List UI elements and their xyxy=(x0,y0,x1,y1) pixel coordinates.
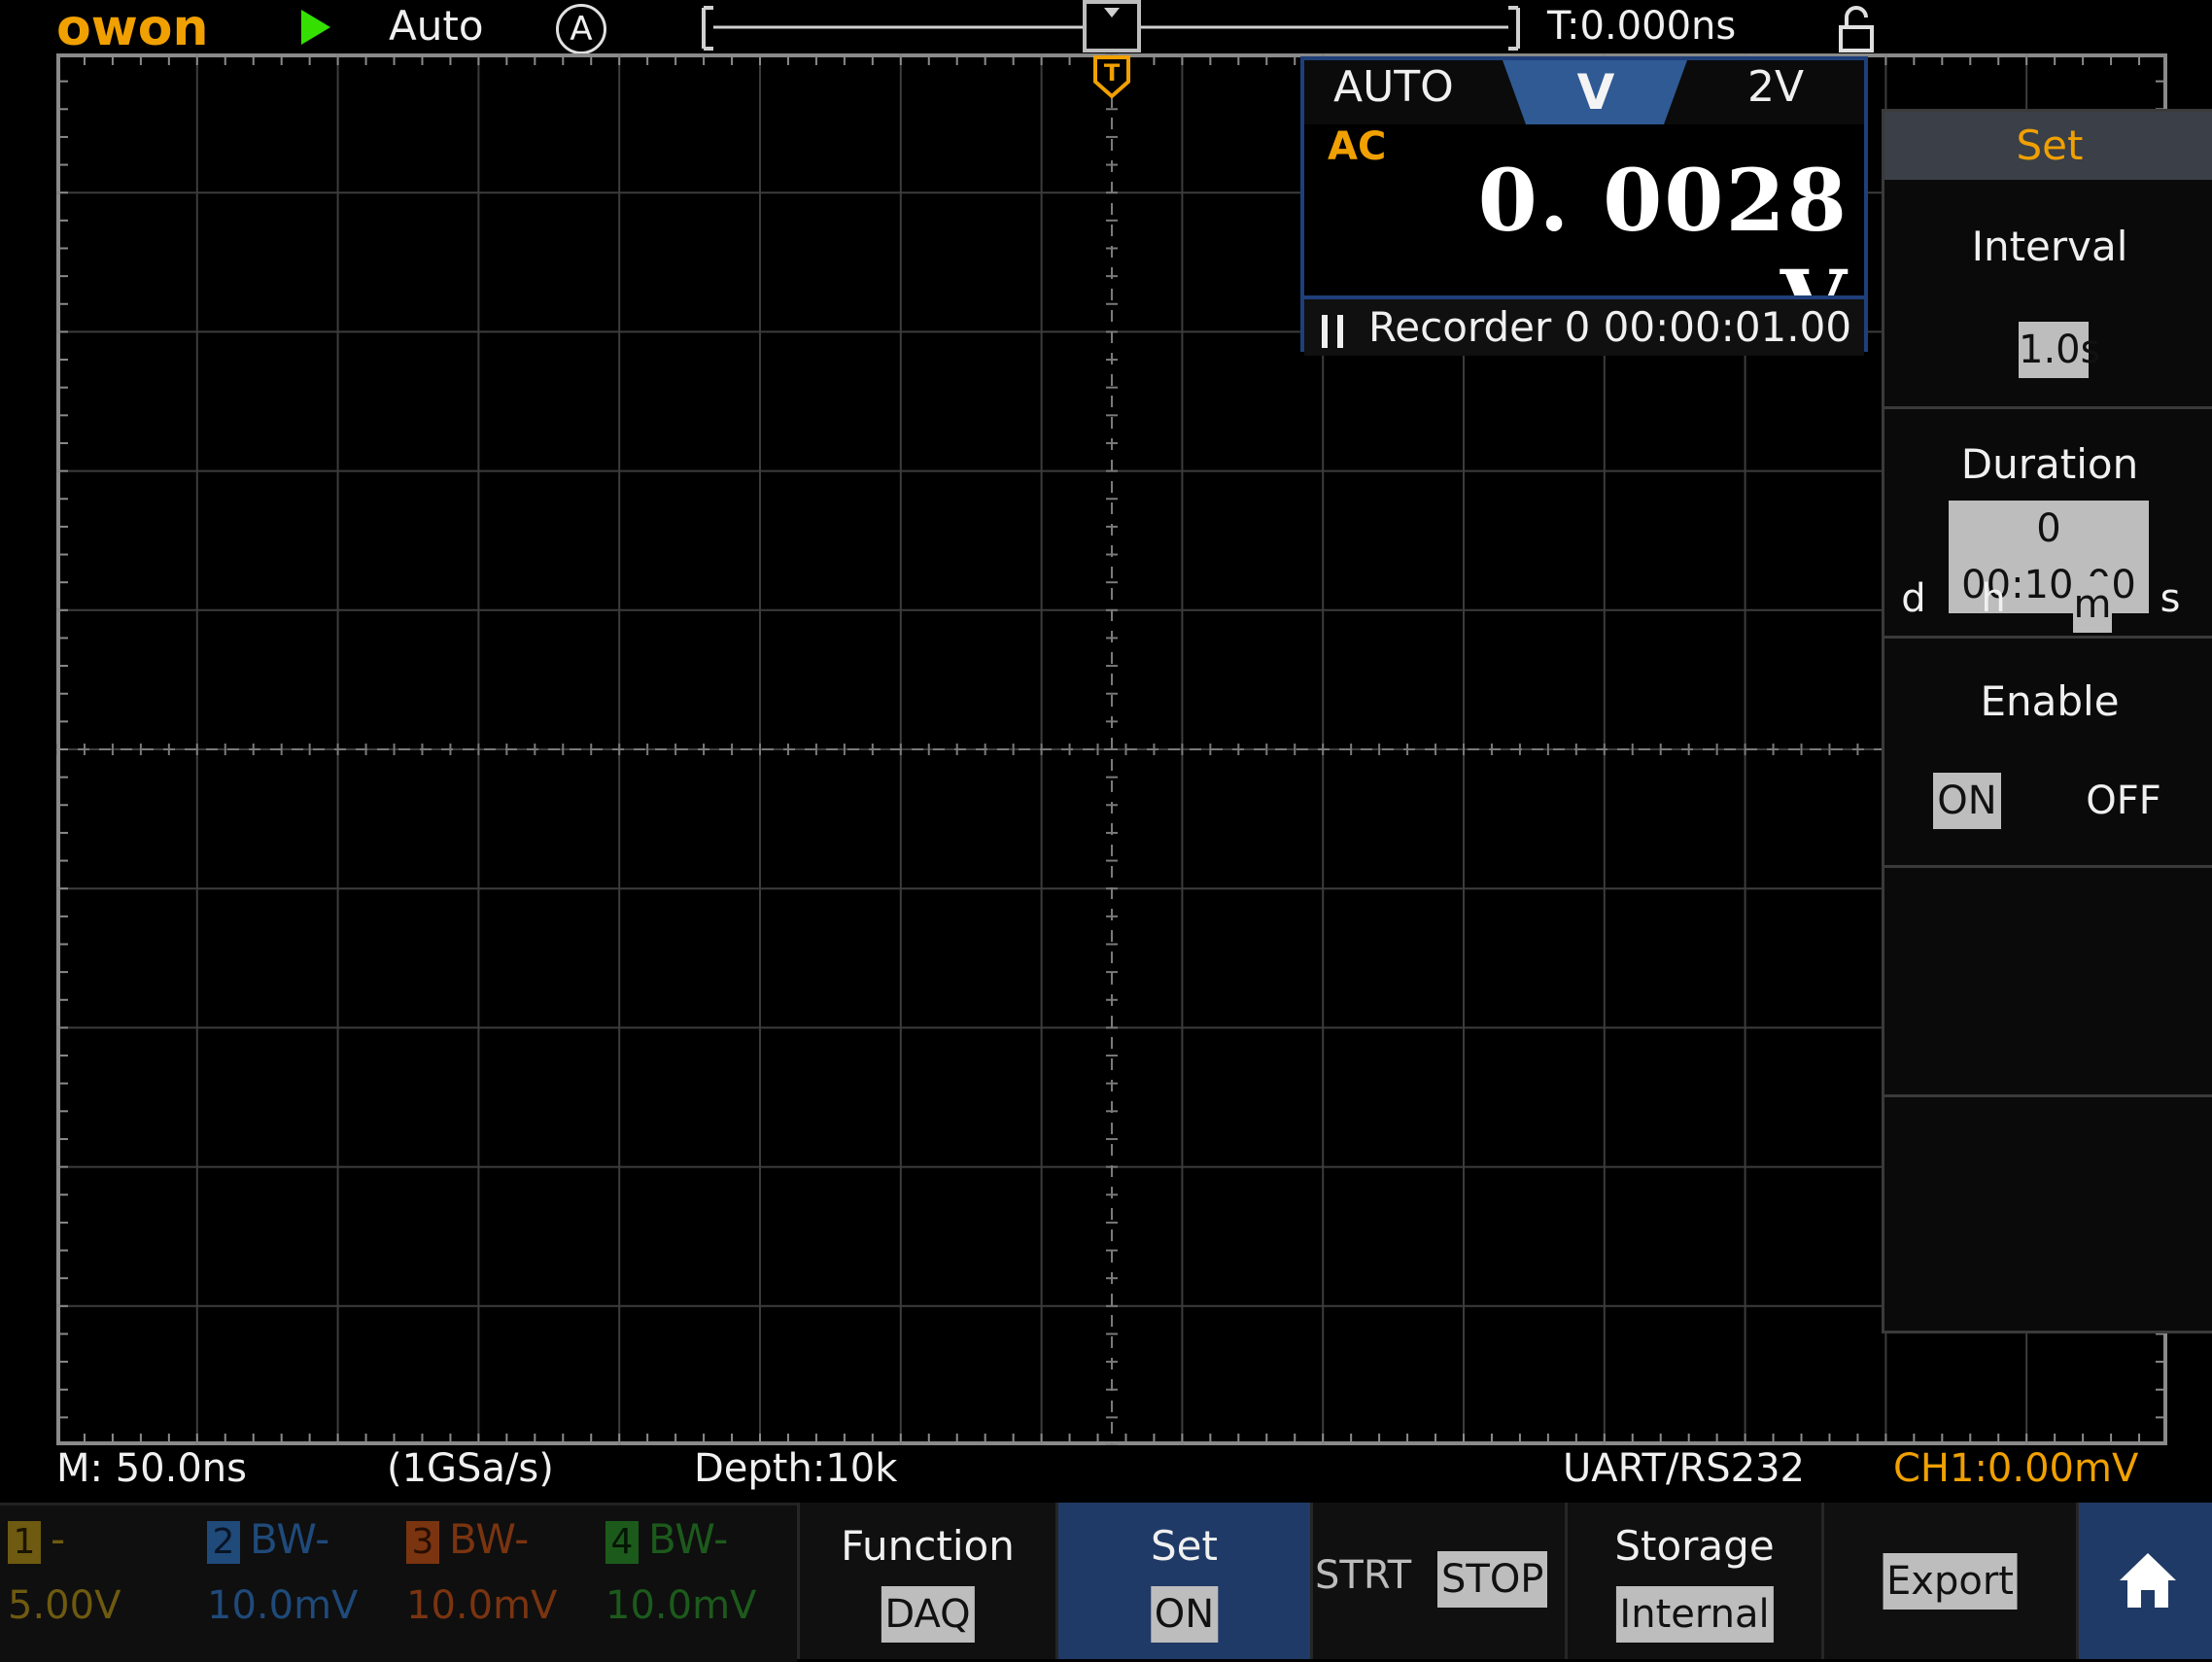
empty-section-2 xyxy=(1884,1097,2212,1331)
export-button[interactable]: Export xyxy=(1821,1503,2076,1659)
time-position: T:0.000ns xyxy=(1547,4,1737,49)
enable-section[interactable]: Enable ON OFF xyxy=(1884,639,2212,868)
channel-4-number: 4 xyxy=(605,1521,639,1564)
enable-on[interactable]: ON xyxy=(1933,773,2001,829)
trigger-mode[interactable]: Auto xyxy=(389,2,484,50)
storage-button[interactable]: Storage Internal xyxy=(1565,1503,1821,1659)
channel-2-number: 2 xyxy=(207,1521,240,1564)
channel-4[interactable]: 4 BW- 10.0mV xyxy=(598,1506,797,1662)
trigger-type-icon[interactable]: A xyxy=(556,4,606,54)
start-option: STRT xyxy=(1315,1553,1412,1598)
storage-value: Internal xyxy=(1615,1586,1774,1643)
home-button[interactable] xyxy=(2076,1503,2212,1659)
function-button[interactable]: Function DAQ xyxy=(797,1503,1055,1659)
interval-section[interactable]: Interval 1.0s xyxy=(1884,180,2212,409)
channel-1-scale: 5.00V xyxy=(8,1583,121,1628)
meter-coupling: AC xyxy=(1328,124,1387,169)
meter-unit: V xyxy=(1576,64,1615,121)
multimeter-readout: AUTO V 2V AC 0. 0028 V Recorder 0 00:00:… xyxy=(1300,56,1868,356)
function-label: Function xyxy=(841,1522,1015,1570)
owon-logo-text: owon xyxy=(56,2,209,56)
start-stop-button[interactable]: STRT STOP xyxy=(1310,1503,1565,1659)
channel-2-scale: 10.0mV xyxy=(207,1583,359,1628)
interval-value[interactable]: 1.0s xyxy=(2019,322,2100,378)
trigger-position-marker[interactable]: T xyxy=(1092,54,1131,99)
home-icon xyxy=(2120,1553,2176,1608)
channel-2[interactable]: 2 BW- 10.0mV xyxy=(199,1506,398,1662)
channel-strip: 1 - 5.00V 2 BW- 10.0mV 3 BW- 10.0mV 4 BW… xyxy=(0,1503,797,1662)
storage-label: Storage xyxy=(1614,1522,1775,1570)
channel-1-number: 1 xyxy=(8,1521,41,1564)
duration-section[interactable]: Duration 0 00:10:00 d h m s xyxy=(1884,409,2212,639)
set-button[interactable]: Set ON xyxy=(1055,1503,1310,1659)
channel-3-number: 3 xyxy=(406,1521,439,1564)
enable-label: Enable xyxy=(1980,677,2120,725)
duration-unit-h[interactable]: h xyxy=(1974,576,2013,621)
duration-unit-m[interactable]: m xyxy=(2073,576,2112,633)
stop-option: STOP xyxy=(1437,1551,1548,1608)
duration-unit-s[interactable]: s xyxy=(2151,576,2190,621)
decode-readout: UART/RS232 xyxy=(1563,1446,1805,1491)
duration-unit-d[interactable]: d xyxy=(1894,576,1933,621)
interval-label: Interval xyxy=(1971,223,2128,270)
panel-title: Set xyxy=(1884,112,2212,180)
sample-rate-readout: (1GSa/s) xyxy=(387,1446,554,1491)
pause-icon xyxy=(1322,315,1343,348)
channel-3[interactable]: 3 BW- 10.0mV xyxy=(398,1506,598,1662)
trigger-level-readout: CH1:0.00mV xyxy=(1893,1446,2139,1491)
duration-label: Duration xyxy=(1960,440,2139,488)
recorder-status: Recorder 0 00:00:01.00 xyxy=(1304,295,1864,356)
empty-section-1 xyxy=(1884,868,2212,1097)
lock-icon xyxy=(1839,6,1874,52)
owon-logo: owon xyxy=(56,2,209,56)
meter-mode[interactable]: AUTO xyxy=(1333,62,1454,112)
export-label: Export xyxy=(1883,1553,2018,1610)
set-menu-panel: Set Interval 1.0s Duration 0 00:10:00 d … xyxy=(1882,109,2212,1333)
channel-3-bw: BW- xyxy=(449,1515,530,1563)
enable-off[interactable]: OFF xyxy=(2075,773,2172,829)
trigger-marker-label: T xyxy=(1104,59,1121,87)
function-value: DAQ xyxy=(881,1586,975,1643)
channel-2-bw: BW- xyxy=(250,1515,330,1563)
depth-readout: Depth:10k xyxy=(694,1446,898,1491)
channel-1[interactable]: 1 - 5.00V xyxy=(0,1506,199,1662)
recorder-text: Recorder 0 00:00:01.00 xyxy=(1368,303,1852,351)
set-label: Set xyxy=(1151,1522,1218,1570)
meter-range[interactable]: 2V xyxy=(1747,62,1804,112)
set-value: ON xyxy=(1150,1586,1219,1643)
channel-4-bw: BW- xyxy=(648,1515,729,1563)
channel-4-scale: 10.0mV xyxy=(605,1583,757,1628)
play-icon[interactable] xyxy=(301,10,330,45)
timebase-readout: M: 50.0ns xyxy=(56,1446,247,1491)
channel-1-bw: - xyxy=(51,1515,66,1563)
timebase-position-bar[interactable] xyxy=(700,0,1522,52)
channel-3-scale: 10.0mV xyxy=(406,1583,558,1628)
